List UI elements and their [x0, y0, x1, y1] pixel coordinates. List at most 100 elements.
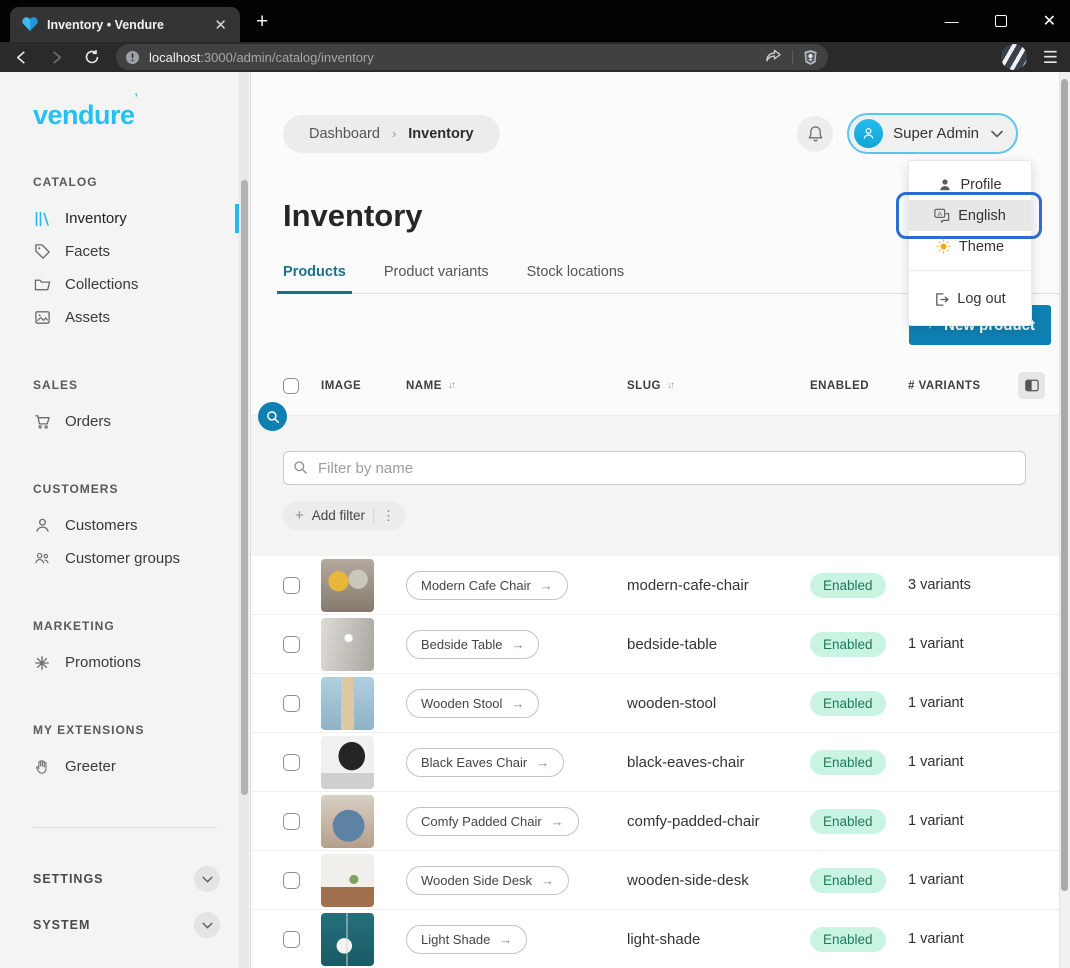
column-header-variants: # VARIANTS [908, 380, 1016, 392]
product-name-chip[interactable]: Comfy Padded Chair→ [406, 807, 579, 836]
tab-stock-locations[interactable]: Stock locations [527, 264, 625, 293]
column-header-image: IMAGE [321, 380, 406, 392]
row-checkbox[interactable] [283, 577, 300, 594]
row-checkbox[interactable] [283, 754, 300, 771]
sidebar-item-promotions[interactable]: Promotions [0, 646, 250, 679]
main-scrollbar-track[interactable] [1059, 72, 1070, 968]
row-checkbox[interactable] [283, 636, 300, 653]
search-toggle-button[interactable] [258, 402, 287, 431]
browser-profile-avatar[interactable] [1001, 44, 1027, 70]
section-header-customers: CUSTOMERS [0, 482, 250, 509]
section-header-my-extensions: MY EXTENSIONS [0, 723, 250, 750]
tab-close-icon[interactable]: ✕ [211, 16, 230, 34]
url-bar[interactable]: localhost:3000/admin/catalog/inventory [116, 44, 828, 70]
new-tab-button[interactable]: + [256, 10, 268, 34]
column-header-name[interactable]: NAME↓↑ [406, 380, 627, 392]
row-checkbox[interactable] [283, 931, 300, 948]
forward-icon[interactable] [49, 50, 64, 65]
breadcrumb[interactable]: Dashboard › Inventory [283, 115, 500, 153]
back-icon[interactable] [14, 50, 29, 65]
browser-titlebar: Inventory • Vendure ✕ + — ✕ [0, 0, 1070, 42]
notifications-button[interactable] [797, 116, 833, 152]
sidebar-item-customers[interactable]: Customers [0, 509, 250, 542]
row-checkbox[interactable] [283, 695, 300, 712]
product-name-chip[interactable]: Wooden Stool→ [406, 689, 539, 718]
product-name-chip[interactable]: Modern Cafe Chair→ [406, 571, 568, 600]
section-header-marketing: MARKETING [0, 619, 250, 646]
minimize-button[interactable]: — [945, 13, 959, 29]
column-header-slug[interactable]: SLUG↓↑ [627, 380, 810, 392]
menu-item-logout[interactable]: Log out [909, 279, 1031, 319]
product-thumbnail[interactable] [321, 913, 374, 966]
sidebar-item-orders[interactable]: Orders [0, 405, 250, 438]
product-name-chip[interactable]: Bedside Table→ [406, 630, 539, 659]
reload-icon[interactable] [84, 49, 100, 65]
table-row[interactable]: Bedside Table→ bedside-table Enabled 1 v… [251, 615, 1070, 674]
product-name-chip[interactable]: Black Eaves Chair→ [406, 748, 564, 777]
product-name-chip[interactable]: Wooden Side Desk→ [406, 866, 569, 895]
status-badge: Enabled [810, 809, 886, 834]
breadcrumb-dashboard[interactable]: Dashboard [309, 126, 380, 142]
menu-item-theme[interactable]: Theme [909, 231, 1031, 262]
main-scrollbar-thumb[interactable] [1061, 79, 1068, 891]
menu-item-profile[interactable]: Profile [909, 169, 1031, 200]
variant-count: 1 variant [908, 695, 1016, 711]
kebab-menu-icon[interactable]: ⋮ [373, 508, 395, 524]
product-thumbnail[interactable] [321, 854, 374, 907]
menu-item-language[interactable]: A English [909, 200, 1031, 231]
sidebar-item-system[interactable]: SYSTEM [0, 902, 250, 948]
filter-by-name-input[interactable] [283, 451, 1026, 485]
sidebar-divider [33, 827, 217, 828]
row-checkbox[interactable] [283, 872, 300, 889]
status-badge: Enabled [810, 573, 886, 598]
close-button[interactable]: ✕ [1043, 11, 1056, 31]
add-filter-button[interactable]: + Add filter ⋮ [283, 501, 405, 530]
product-thumbnail[interactable] [321, 736, 374, 789]
chevron-down-icon[interactable] [194, 912, 220, 938]
arrow-right-icon: → [511, 637, 524, 652]
sort-icon[interactable]: ↓↑ [448, 380, 454, 391]
chevron-down-icon[interactable] [194, 866, 220, 892]
sort-icon[interactable]: ↓↑ [667, 380, 673, 391]
browser-tab[interactable]: Inventory • Vendure ✕ [10, 7, 240, 42]
product-thumbnail[interactable] [321, 795, 374, 848]
product-thumbnail[interactable] [321, 559, 374, 612]
table-row[interactable]: Comfy Padded Chair→ comfy-padded-chair E… [251, 792, 1070, 851]
tab-product-variants[interactable]: Product variants [384, 264, 489, 293]
tag-icon [34, 243, 52, 260]
browser-menu-icon[interactable]: ☰ [1043, 55, 1058, 60]
folder-icon [34, 276, 52, 293]
sidebar-item-facets[interactable]: Facets [0, 235, 250, 268]
tab-title: Inventory • Vendure [47, 18, 202, 32]
sidebar-item-inventory[interactable]: Inventory [0, 202, 250, 235]
maximize-button[interactable] [995, 15, 1007, 27]
table-row[interactable]: Wooden Side Desk→ wooden-side-desk Enabl… [251, 851, 1070, 910]
table-row[interactable]: Modern Cafe Chair→ modern-cafe-chair Ena… [251, 556, 1070, 615]
table-row[interactable]: Light Shade→ light-shade Enabled 1 varia… [251, 910, 1070, 968]
share-icon[interactable] [765, 49, 782, 65]
product-name-chip[interactable]: Light Shade→ [406, 925, 527, 954]
cart-icon [34, 413, 52, 430]
sidebar-item-collections[interactable]: Collections [0, 268, 250, 301]
user-menu-button[interactable]: Super Admin [847, 113, 1018, 154]
select-all-checkbox[interactable] [283, 378, 299, 394]
product-slug: light-shade [627, 931, 810, 948]
product-thumbnail[interactable] [321, 677, 374, 730]
tab-products[interactable]: Products [283, 264, 346, 293]
user-name: Super Admin [893, 125, 979, 142]
site-info-icon[interactable] [125, 50, 140, 65]
image-icon [34, 309, 52, 326]
brave-shield-icon[interactable] [803, 49, 818, 66]
sidebar-scrollbar-thumb[interactable] [241, 180, 248, 795]
sidebar-item-assets[interactable]: Assets [0, 301, 250, 334]
status-badge: Enabled [810, 691, 886, 716]
sidebar-item-settings[interactable]: SETTINGS [0, 856, 250, 902]
product-thumbnail[interactable] [321, 618, 374, 671]
column-settings-button[interactable] [1018, 372, 1045, 399]
sidebar-item-greeter[interactable]: Greeter [0, 750, 250, 783]
sidebar-item-customer-groups[interactable]: Customer groups [0, 542, 250, 575]
table-row[interactable]: Black Eaves Chair→ black-eaves-chair Ena… [251, 733, 1070, 792]
table-row[interactable]: Wooden Stool→ wooden-stool Enabled 1 var… [251, 674, 1070, 733]
arrow-right-icon: → [541, 873, 554, 888]
row-checkbox[interactable] [283, 813, 300, 830]
